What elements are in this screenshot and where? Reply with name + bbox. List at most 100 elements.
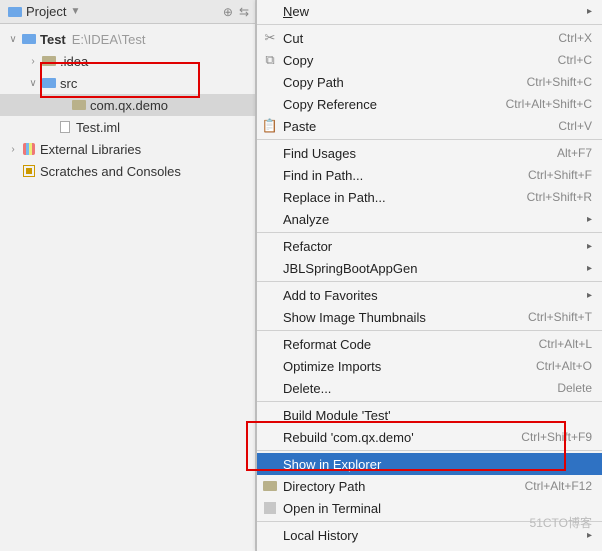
menu-synchronize[interactable]: ⟳Synchronize 'demo': [257, 546, 602, 551]
menu-optimize-label: Optimize Imports: [283, 359, 536, 374]
menu-thumbnails-label: Show Image Thumbnails: [283, 310, 528, 325]
menu-find-in-path-label: Find in Path...: [283, 168, 528, 183]
menu-dir-path-shortcut: Ctrl+Alt+F12: [525, 479, 592, 493]
dropdown-icon[interactable]: ▼: [70, 6, 80, 17]
tree-package[interactable]: › com.qx.demo: [0, 94, 255, 116]
tree-root-label: Test: [40, 32, 66, 47]
libraries-icon: [20, 143, 38, 155]
menu-copy-ref-label: Copy Reference: [283, 97, 506, 112]
menu-copy-path[interactable]: Copy PathCtrl+Shift+C: [257, 71, 602, 93]
project-titlebar: Project ▼ ⊕ ⇆: [0, 0, 255, 24]
tree-idea[interactable]: › .idea: [0, 50, 255, 72]
menu-jbl-label: JBLSpringBootAppGen: [283, 261, 583, 276]
menu-rebuild-shortcut: Ctrl+Shift+F9: [521, 430, 592, 444]
menu-paste-label: Paste: [283, 119, 558, 134]
menu-find-usages-label: Find Usages: [283, 146, 557, 161]
menu-local-history[interactable]: Local History▸: [257, 524, 602, 546]
target-icon[interactable]: ⊕: [223, 5, 233, 19]
menu-analyze[interactable]: Analyze▸: [257, 208, 602, 230]
menu-separator: [257, 450, 602, 451]
menu-dir-path-label: Directory Path: [283, 479, 525, 494]
menu-image-thumbnails[interactable]: Show Image ThumbnailsCtrl+Shift+T: [257, 306, 602, 328]
menu-refactor[interactable]: Refactor ▸: [257, 235, 602, 257]
terminal-icon: [257, 502, 283, 514]
project-icon: [6, 7, 24, 17]
tree-iml[interactable]: › Test.iml: [0, 116, 255, 138]
menu-jbl[interactable]: JBLSpringBootAppGen ▸: [257, 257, 602, 279]
menu-directory-path[interactable]: Directory PathCtrl+Alt+F12: [257, 475, 602, 497]
menu-thumbnails-shortcut: Ctrl+Shift+T: [528, 310, 592, 324]
submenu-icon: ▸: [587, 241, 592, 252]
menu-show-in-explorer[interactable]: Show in Explorer: [257, 453, 602, 475]
menu-add-favorites[interactable]: Add to Favorites ▸: [257, 284, 602, 306]
menu-copy-reference[interactable]: Copy ReferenceCtrl+Alt+Shift+C: [257, 93, 602, 115]
menu-rebuild[interactable]: Rebuild 'com.qx.demo'Ctrl+Shift+F9: [257, 426, 602, 448]
menu-separator: [257, 401, 602, 402]
menu-replace-in-path-label: Replace in Path...: [283, 190, 527, 205]
src-folder-icon: [40, 78, 58, 88]
folder-icon: [257, 481, 283, 491]
tree-scratches[interactable]: › Scratches and Consoles: [0, 160, 255, 182]
file-icon: [56, 121, 74, 133]
submenu-icon: ▸: [587, 214, 592, 225]
expand-icon[interactable]: ∨: [6, 34, 20, 45]
menu-separator: [257, 521, 602, 522]
menu-copy-ref-shortcut: Ctrl+Alt+Shift+C: [506, 97, 592, 111]
menu-cut-label: Cut: [283, 31, 558, 46]
menu-delete-shortcut: Delete: [557, 381, 592, 395]
menu-favorites-label: Add to Favorites: [283, 288, 583, 303]
menu-find-usages-shortcut: Alt+F7: [557, 146, 592, 160]
paste-icon: 📋: [257, 118, 283, 134]
menu-paste[interactable]: 📋PasteCtrl+V: [257, 115, 602, 137]
menu-find-in-path[interactable]: Find in Path...Ctrl+Shift+F: [257, 164, 602, 186]
submenu-icon: ▸: [587, 290, 592, 301]
context-menu: New▸ ✂CutCtrl+X ⧉CopyCtrl+C Copy PathCtr…: [256, 0, 602, 551]
tree-ext-label: External Libraries: [40, 142, 141, 157]
menu-reformat-shortcut: Ctrl+Alt+L: [539, 337, 592, 351]
project-title[interactable]: Project: [26, 4, 66, 19]
collapse-icon[interactable]: ⇆: [239, 5, 249, 19]
tree-iml-label: Test.iml: [76, 120, 120, 135]
menu-new-label: ew: [292, 4, 309, 19]
menu-copy[interactable]: ⧉CopyCtrl+C: [257, 49, 602, 71]
menu-build-label: Build Module 'Test': [283, 408, 592, 423]
module-icon: [20, 34, 38, 44]
expand-icon[interactable]: ›: [6, 144, 20, 155]
menu-separator: [257, 330, 602, 331]
tree-root[interactable]: ∨ Test E:\IDEA\Test: [0, 28, 255, 50]
menu-rebuild-label: Rebuild 'com.qx.demo': [283, 430, 521, 445]
menu-show-explorer-label: Show in Explorer: [283, 457, 592, 472]
menu-replace-in-path[interactable]: Replace in Path...Ctrl+Shift+R: [257, 186, 602, 208]
menu-cut-shortcut: Ctrl+X: [558, 31, 592, 45]
submenu-icon: ▸: [587, 6, 592, 17]
menu-replace-in-path-shortcut: Ctrl+Shift+R: [527, 190, 592, 204]
menu-reformat-label: Reformat Code: [283, 337, 539, 352]
expand-icon[interactable]: ›: [26, 56, 40, 67]
menu-separator: [257, 281, 602, 282]
submenu-icon: ▸: [587, 263, 592, 274]
menu-separator: [257, 24, 602, 25]
menu-new[interactable]: New▸: [257, 0, 602, 22]
menu-open-terminal[interactable]: Open in Terminal: [257, 497, 602, 519]
tree-src[interactable]: ∨ src: [0, 72, 255, 94]
submenu-icon: ▸: [587, 530, 592, 541]
copy-icon: ⧉: [257, 52, 283, 68]
project-tree: ∨ Test E:\IDEA\Test › .idea ∨ src › com.…: [0, 24, 255, 186]
menu-cut[interactable]: ✂CutCtrl+X: [257, 27, 602, 49]
menu-build-module[interactable]: Build Module 'Test': [257, 404, 602, 426]
scratch-icon: [20, 165, 38, 177]
tree-package-label: com.qx.demo: [90, 98, 168, 113]
menu-refactor-label: Refactor: [283, 239, 583, 254]
menu-copy-path-shortcut: Ctrl+Shift+C: [527, 75, 592, 89]
menu-find-usages[interactable]: Find UsagesAlt+F7: [257, 142, 602, 164]
menu-terminal-label: Open in Terminal: [283, 501, 592, 516]
expand-icon[interactable]: ∨: [26, 78, 40, 89]
menu-find-in-path-shortcut: Ctrl+Shift+F: [528, 168, 592, 182]
menu-reformat-code[interactable]: Reformat CodeCtrl+Alt+L: [257, 333, 602, 355]
cut-icon: ✂: [257, 30, 283, 46]
tree-external-libs[interactable]: › External Libraries: [0, 138, 255, 160]
menu-optimize-imports[interactable]: Optimize ImportsCtrl+Alt+O: [257, 355, 602, 377]
tree-root-path: E:\IDEA\Test: [72, 32, 146, 47]
menu-copy-shortcut: Ctrl+C: [558, 53, 592, 67]
menu-delete[interactable]: Delete...Delete: [257, 377, 602, 399]
